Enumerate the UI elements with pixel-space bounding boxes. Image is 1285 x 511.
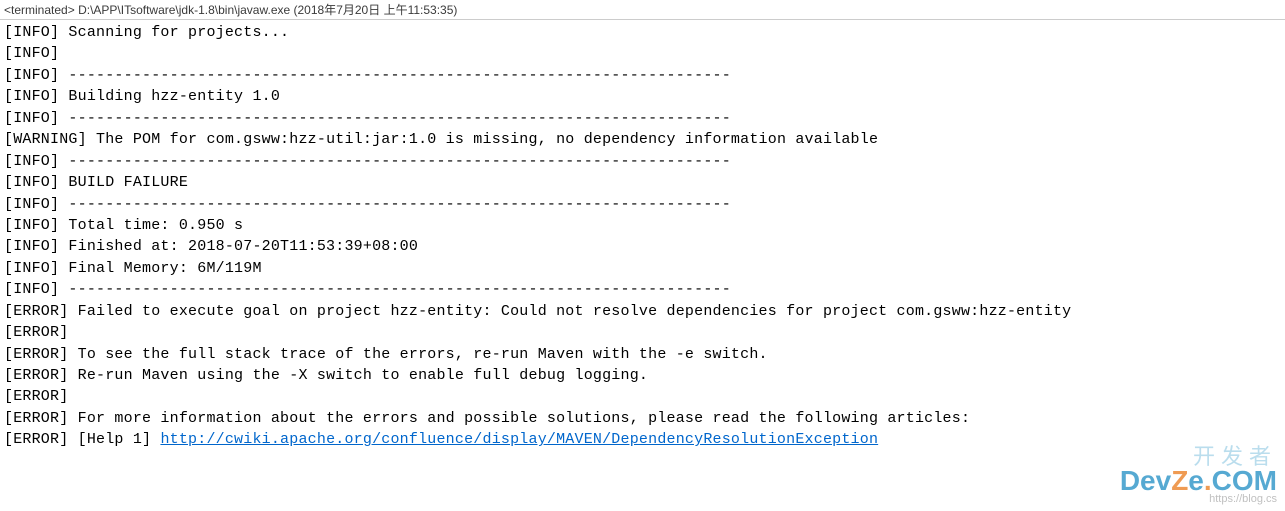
log-level: [INFO] [4, 24, 59, 41]
separator-line: ----------------------------------------… [68, 196, 731, 213]
launch-timestamp: (2018年7月20日 上午11:53:35) [294, 3, 458, 17]
log-line: [INFO] BUILD FAILURE [4, 172, 1281, 193]
console-header: <terminated> D:\APP\ITsoftware\jdk-1.8\b… [0, 0, 1285, 20]
log-line: [WARNING] The POM for com.gsww:hzz-util:… [4, 129, 1281, 150]
log-level: [INFO] [4, 174, 59, 191]
log-message: Final Memory: 6M/119M [59, 260, 261, 277]
log-line: [INFO] Finished at: 2018-07-20T11:53:39+… [4, 236, 1281, 257]
log-line: [ERROR] [Help 1] http://cwiki.apache.org… [4, 429, 1281, 450]
log-level: [ERROR] [4, 324, 68, 341]
log-message: Building hzz-entity 1.0 [59, 88, 280, 105]
log-level: [INFO] [4, 217, 59, 234]
console-output[interactable]: [INFO] Scanning for projects...[INFO][IN… [0, 20, 1285, 453]
log-level: [INFO] [4, 260, 59, 277]
log-line: [INFO] ---------------------------------… [4, 279, 1281, 300]
log-level: [INFO] [4, 196, 59, 213]
log-level: [INFO] [4, 88, 59, 105]
log-level: [ERROR] [4, 346, 68, 363]
separator-line: ----------------------------------------… [68, 110, 731, 127]
log-message: [Help 1] [68, 431, 160, 448]
log-line: [ERROR] [4, 322, 1281, 343]
log-level: [ERROR] [4, 410, 68, 427]
separator-line: ----------------------------------------… [68, 153, 731, 170]
log-line: [INFO] ---------------------------------… [4, 108, 1281, 129]
log-level: [ERROR] [4, 431, 68, 448]
log-line: [INFO] ---------------------------------… [4, 151, 1281, 172]
log-line: [ERROR] To see the full stack trace of t… [4, 344, 1281, 365]
log-message: Finished at: 2018-07-20T11:53:39+08:00 [59, 238, 418, 255]
log-line: [ERROR] For more information about the e… [4, 408, 1281, 429]
watermark-logo: DevZe.CoM [1120, 467, 1277, 495]
help-link[interactable]: http://cwiki.apache.org/confluence/displ… [160, 431, 878, 448]
log-line: [INFO] Scanning for projects... [4, 22, 1281, 43]
log-message: BUILD FAILURE [59, 174, 188, 191]
log-line: [INFO] ---------------------------------… [4, 194, 1281, 215]
watermark-url: https://blog.cs [1120, 493, 1277, 505]
log-line: [INFO] Building hzz-entity 1.0 [4, 86, 1281, 107]
separator-line: ----------------------------------------… [68, 281, 731, 298]
log-level: [ERROR] [4, 388, 68, 405]
log-line: [INFO] Total time: 0.950 s [4, 215, 1281, 236]
log-level: [INFO] [4, 67, 59, 84]
log-message: For more information about the errors an… [68, 410, 970, 427]
log-message: Failed to execute goal on project hzz-en… [68, 303, 1071, 320]
log-line: [ERROR] [4, 386, 1281, 407]
log-level: [ERROR] [4, 303, 68, 320]
log-level: [ERROR] [4, 367, 68, 384]
terminated-status: <terminated> [4, 3, 75, 17]
log-level: [INFO] [4, 281, 59, 298]
log-line: [ERROR] Failed to execute goal on projec… [4, 301, 1281, 322]
log-line: [INFO] Final Memory: 6M/119M [4, 258, 1281, 279]
log-message: Scanning for projects... [59, 24, 289, 41]
log-message: Total time: 0.950 s [59, 217, 243, 234]
log-level: [WARNING] [4, 131, 87, 148]
log-level: [INFO] [4, 153, 59, 170]
log-message: To see the full stack trace of the error… [68, 346, 767, 363]
log-line: [INFO] ---------------------------------… [4, 65, 1281, 86]
log-level: [INFO] [4, 110, 59, 127]
log-level: [INFO] [4, 238, 59, 255]
log-level: [INFO] [4, 45, 59, 62]
log-message: Re-run Maven using the -X switch to enab… [68, 367, 648, 384]
exe-path: D:\APP\ITsoftware\jdk-1.8\bin\javaw.exe [78, 3, 290, 17]
log-line: [INFO] [4, 43, 1281, 64]
separator-line: ----------------------------------------… [68, 67, 731, 84]
log-line: [ERROR] Re-run Maven using the -X switch… [4, 365, 1281, 386]
log-message: The POM for com.gsww:hzz-util:jar:1.0 is… [87, 131, 878, 148]
